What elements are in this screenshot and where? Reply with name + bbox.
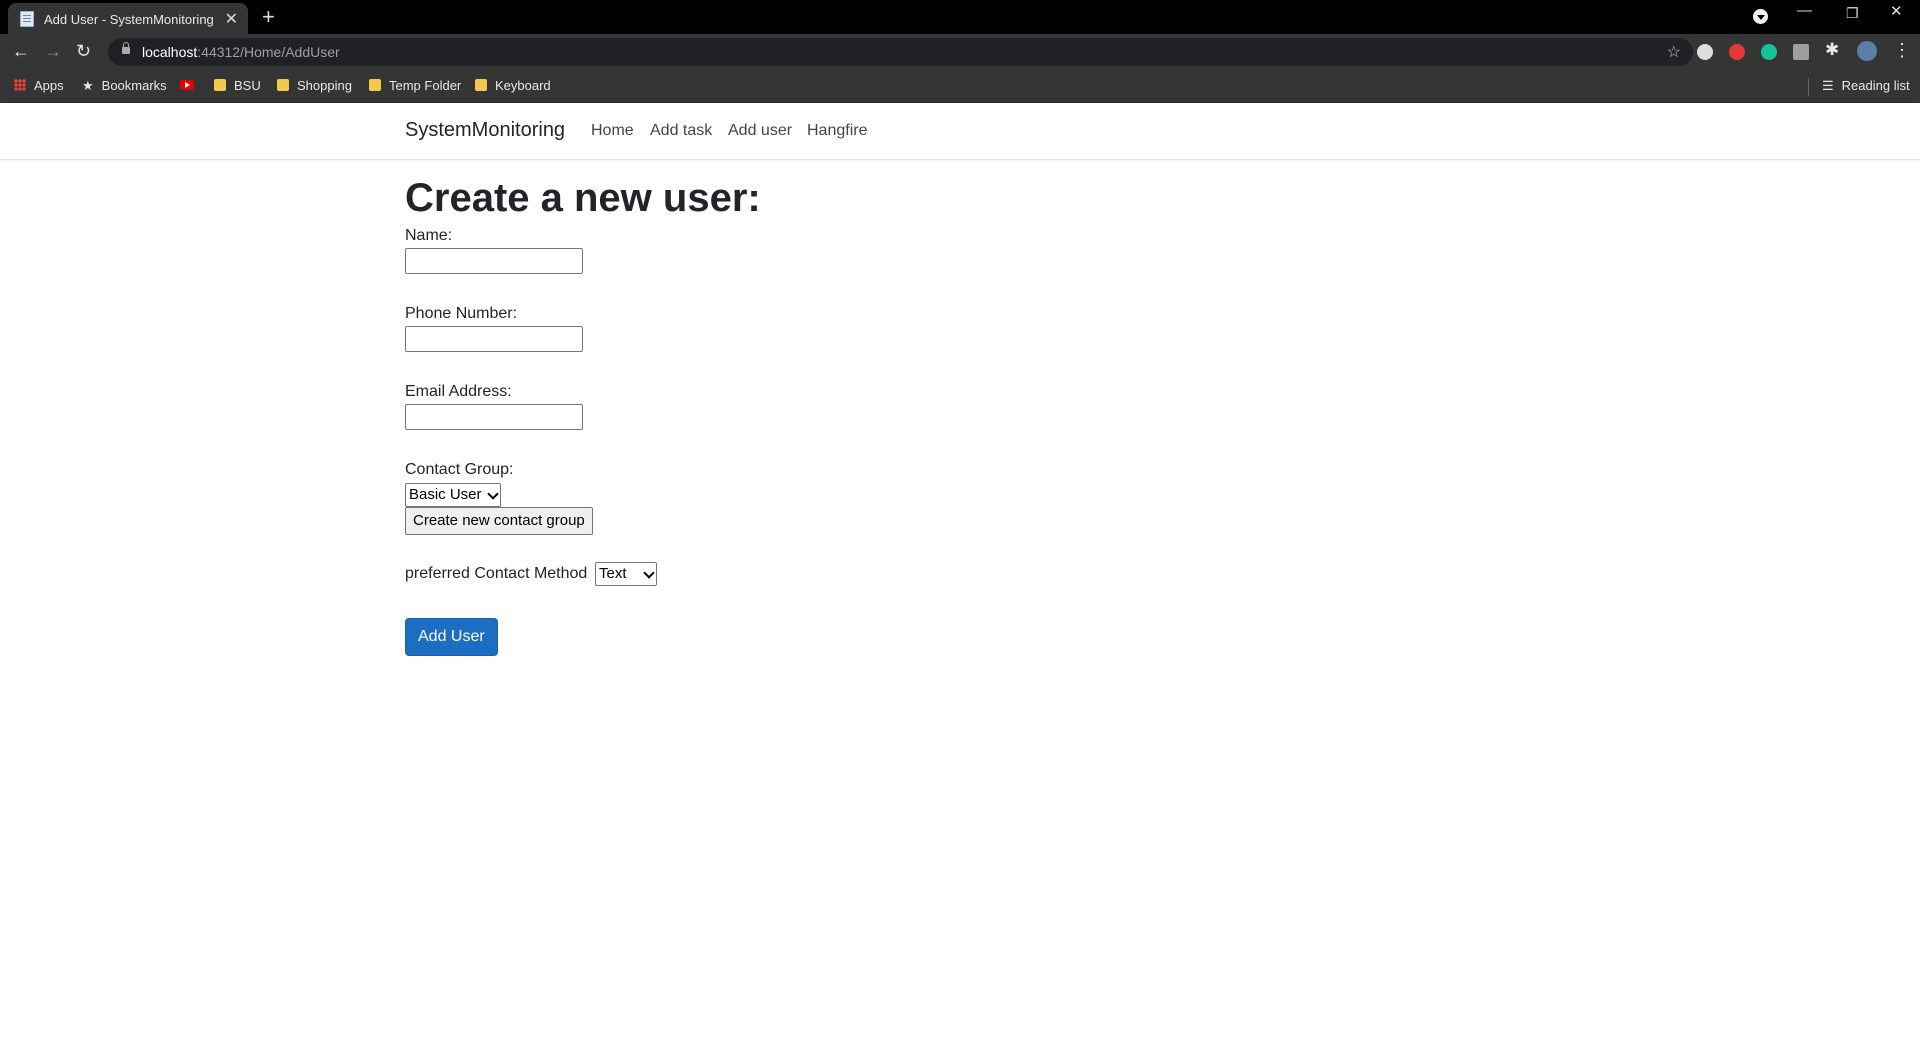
restore-button[interactable]: ❐ <box>1846 5 1859 22</box>
folder-icon <box>214 79 226 91</box>
close-tab-icon[interactable]: ✕ <box>225 9 238 29</box>
browser-tab[interactable]: Add User - SystemMonitoring ✕ <box>8 3 248 34</box>
youtube-icon <box>180 80 194 90</box>
url-text: localhost:44312/Home/AddUser <box>142 44 340 60</box>
browser-toolbar: ← → ↻ localhost:44312/Home/AddUser ☆ ✱ ⋮ <box>0 34 1920 70</box>
folder-icon <box>369 79 381 91</box>
tab-title: Add User - SystemMonitoring <box>44 12 214 27</box>
add-user-button[interactable]: Add User <box>405 618 498 656</box>
minimize-button[interactable]: — <box>1797 2 1812 19</box>
address-bar[interactable]: localhost:44312/Home/AddUser ☆ <box>108 38 1693 66</box>
nav-add-user[interactable]: Add user <box>728 122 792 140</box>
close-window-button[interactable]: ✕ <box>1890 2 1903 20</box>
phone-label: Phone Number: <box>405 305 518 322</box>
bookmarks-bar: Apps ★ Bookmarks BSU Shopping Temp Folder… <box>0 70 1920 103</box>
bookmark-temp-folder[interactable]: Temp Folder <box>369 78 461 93</box>
site-brand[interactable]: SystemMonitoring <box>405 119 565 142</box>
bookmark-apps[interactable]: Apps <box>14 78 64 93</box>
email-label: Email Address: <box>405 383 512 400</box>
bookmark-youtube[interactable] <box>180 78 194 93</box>
extension-icon[interactable] <box>1793 44 1809 60</box>
puzzle-icon[interactable]: ✱ <box>1825 40 1839 60</box>
contact-method-label: preferred Contact Method <box>405 565 588 582</box>
chevron-down-icon <box>486 488 499 500</box>
grammarly-icon[interactable] <box>1761 44 1777 60</box>
menu-icon[interactable]: ⋮ <box>1893 40 1911 60</box>
bookmark-keyboard[interactable]: Keyboard <box>475 78 551 93</box>
folder-icon <box>475 79 487 91</box>
nav-add-task[interactable]: Add task <box>650 122 712 140</box>
extension-icon[interactable] <box>1729 44 1745 60</box>
contact-group-value: Basic User <box>409 486 482 503</box>
apps-grid-icon <box>14 79 26 91</box>
reading-list-icon: ☰ <box>1822 78 1834 93</box>
nav-home[interactable]: Home <box>591 122 634 140</box>
reload-icon[interactable]: ↻ <box>76 41 91 61</box>
browser-tab-bar: Add User - SystemMonitoring ✕ + — ❐ ✕ <box>0 0 1920 34</box>
reading-list-button[interactable]: ☰ Reading list <box>1822 78 1910 94</box>
nav-hangfire[interactable]: Hangfire <box>807 122 867 140</box>
contact-group-label: Contact Group: <box>405 461 514 478</box>
chevron-down-icon <box>643 567 655 579</box>
bookmark-star-icon[interactable]: ☆ <box>1667 42 1681 62</box>
page-icon <box>20 11 34 27</box>
bookmark-shopping[interactable]: Shopping <box>277 78 352 93</box>
contact-method-select[interactable]: Text <box>595 562 657 586</box>
create-contact-group-button[interactable]: Create new contact group <box>405 507 593 535</box>
bookmark-bsu[interactable]: BSU <box>214 78 261 93</box>
lock-icon <box>122 42 130 54</box>
forward-icon[interactable]: → <box>44 41 62 61</box>
email-input[interactable] <box>405 404 583 430</box>
star-icon: ★ <box>82 78 94 93</box>
name-label: Name: <box>405 227 453 244</box>
bookmark-bookmarks[interactable]: ★ Bookmarks <box>82 78 167 94</box>
divider <box>1808 78 1809 96</box>
extension-icon[interactable] <box>1697 44 1713 60</box>
page-title: Create a new user: <box>405 176 761 220</box>
back-icon[interactable]: ← <box>12 41 30 61</box>
avatar[interactable] <box>1857 41 1877 61</box>
media-control-icon[interactable] <box>1753 9 1768 24</box>
contact-group-select[interactable]: Basic User <box>405 483 501 507</box>
site-navbar: SystemMonitoring Home Add task Add user … <box>0 103 1920 160</box>
new-tab-button[interactable]: + <box>262 4 275 30</box>
name-input[interactable] <box>405 248 583 274</box>
contact-method-value: Text <box>599 565 627 582</box>
phone-input[interactable] <box>405 326 583 352</box>
folder-icon <box>277 79 289 91</box>
